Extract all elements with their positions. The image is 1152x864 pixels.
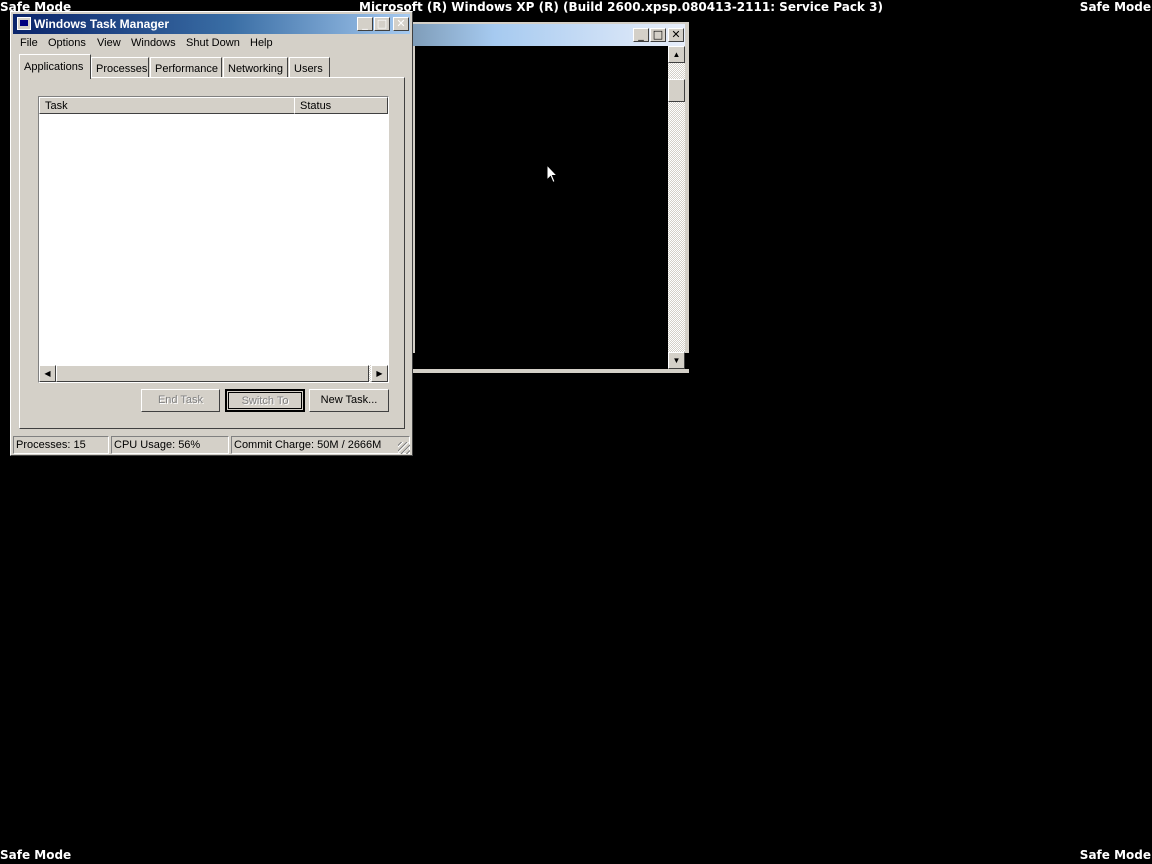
column-header-task[interactable]: Task [39, 97, 295, 114]
tab-label: Performance [155, 63, 218, 75]
tab-processes[interactable]: Processes [91, 57, 149, 77]
task-manager-titlebar[interactable]: Windows Task Manager _ □ ✕ [13, 14, 410, 34]
maximize-icon: □ [652, 28, 664, 41]
status-bar: Processes: 15 CPU Usage: 56% Commit Char… [13, 436, 410, 454]
safe-mode-label-bottom-left: Safe Mode [0, 848, 72, 862]
column-label: Status [300, 100, 332, 112]
scroll-up-button[interactable]: ▲ [668, 46, 685, 63]
minimize-icon: _ [638, 28, 644, 41]
tab-label: Applications [24, 61, 84, 73]
task-manager-icon [17, 17, 31, 30]
tab-applications[interactable]: Applications [19, 54, 91, 79]
column-label: Task [45, 100, 68, 112]
menu-help[interactable]: Help [250, 37, 273, 49]
task-manager-window[interactable]: Windows Task Manager _ □ ✕ File Options … [10, 11, 413, 456]
scroll-down-button[interactable]: ▼ [668, 352, 685, 369]
horizontal-scrollbar[interactable]: ◀ ▶ [39, 365, 388, 382]
minimize-button[interactable]: _ [633, 28, 649, 42]
menu-view[interactable]: View [97, 37, 121, 49]
tab-label: Users [294, 63, 323, 75]
tab-networking[interactable]: Networking [223, 57, 288, 77]
maximize-icon: □ [376, 17, 388, 30]
scroll-left-button[interactable]: ◀ [39, 365, 56, 382]
tab-users[interactable]: Users [289, 57, 330, 77]
arrow-down-icon: ▼ [672, 356, 681, 365]
safe-mode-label-bottom-right: Safe Mode [1079, 848, 1151, 862]
maximize-button[interactable]: □ [374, 17, 390, 31]
minimize-icon: _ [362, 17, 368, 30]
mouse-pointer-icon [546, 164, 558, 184]
menu-windows[interactable]: Windows [131, 37, 176, 49]
arrow-right-icon: ▶ [376, 369, 383, 378]
background-console-window[interactable]: _ □ ✕ ▲ ▼ [413, 22, 689, 373]
maximize-button[interactable]: □ [650, 28, 666, 42]
task-list[interactable]: Task Status ◀ ▶ [38, 96, 389, 383]
status-commit-charge: Commit Charge: 50M / 2666M [231, 436, 410, 454]
arrow-left-icon: ◀ [44, 369, 51, 378]
resize-grip[interactable] [398, 442, 410, 454]
close-icon: ✕ [671, 28, 681, 41]
background-window-titlebar[interactable]: _ □ ✕ [413, 24, 685, 46]
menu-file[interactable]: File [20, 37, 38, 49]
menu-shut-down[interactable]: Shut Down [186, 37, 240, 49]
scroll-thumb[interactable] [56, 365, 369, 382]
window-bottom-border [413, 369, 689, 373]
scroll-thumb[interactable] [668, 79, 685, 102]
arrow-up-icon: ▲ [672, 50, 681, 59]
minimize-button[interactable]: _ [357, 17, 373, 31]
end-task-button[interactable]: End Task [141, 389, 220, 412]
new-task-button[interactable]: New Task... [309, 389, 389, 412]
status-processes: Processes: 15 [13, 436, 109, 454]
safe-mode-label-top-right: Safe Mode [1079, 0, 1151, 14]
tab-label: Processes [96, 63, 148, 75]
status-cpu-usage: CPU Usage: 56% [111, 436, 229, 454]
column-header-status[interactable]: Status [294, 97, 388, 114]
switch-to-button[interactable]: Switch To [225, 389, 305, 412]
close-button[interactable]: ✕ [393, 17, 409, 31]
scroll-right-button[interactable]: ▶ [371, 365, 388, 382]
tab-performance[interactable]: Performance [150, 57, 222, 77]
tab-label: Networking [228, 63, 284, 75]
window-title: Windows Task Manager [34, 17, 170, 31]
close-button[interactable]: ✕ [668, 28, 684, 42]
menu-bar: File Options View Windows Shut Down Help [13, 34, 410, 53]
close-icon: ✕ [396, 17, 406, 30]
vertical-scrollbar[interactable]: ▲ ▼ [668, 46, 685, 369]
os-build-banner: Microsoft (R) Windows XP (R) (Build 2600… [359, 0, 883, 14]
menu-options[interactable]: Options [48, 37, 86, 49]
console-area[interactable] [415, 46, 668, 369]
